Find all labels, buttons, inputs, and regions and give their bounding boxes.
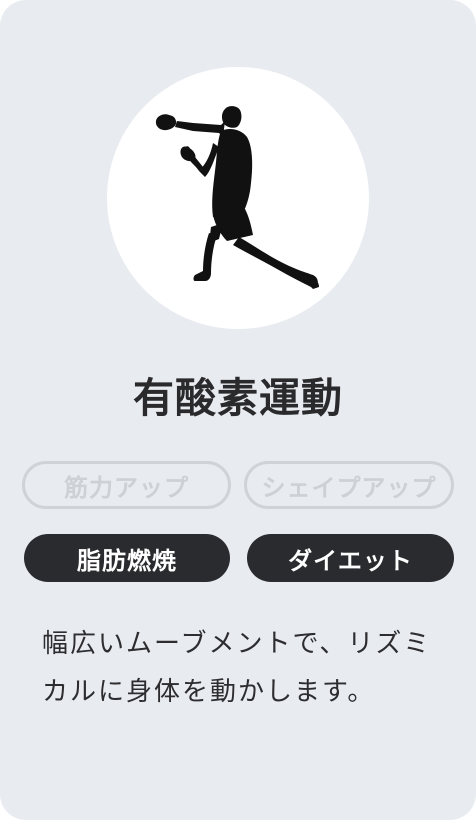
tag-fat-burn[interactable]: 脂肪燃焼 [24,534,230,582]
boxer-silhouette-icon [155,106,319,289]
card-description: 幅広いムーブメントで、リズミカルに身体を動かします。 [42,629,432,707]
tag-shape-up[interactable]: シェイプアップ [244,461,454,509]
hero-image [107,67,369,329]
tag-strength-up[interactable]: 筋力アップ [22,461,231,509]
tag-diet[interactable]: ダイエット [247,534,454,582]
card-title: 有酸素運動 [133,374,343,422]
workout-card[interactable]: 有酸素運動 筋力アップ シェイプアップ 脂肪燃焼 ダイエット 幅広いムーブメント… [0,0,476,820]
